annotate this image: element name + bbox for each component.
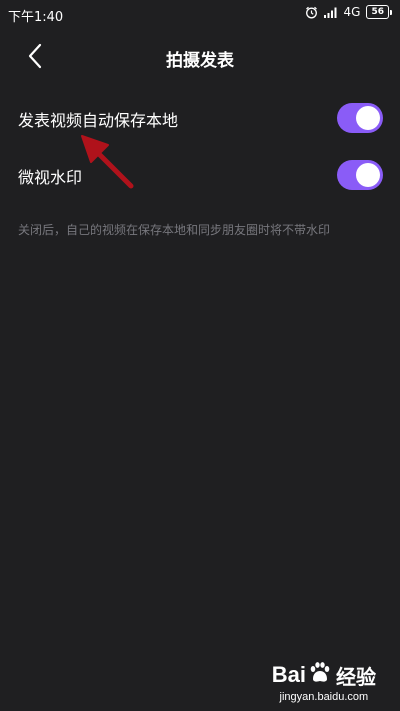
page-title: 拍摄发表 bbox=[166, 51, 234, 71]
setting-row-auto-save: 发表视频自动保存本地 bbox=[0, 93, 400, 143]
signal-icon bbox=[323, 7, 338, 18]
setting-row-watermark: 微视水印 bbox=[0, 150, 400, 200]
network-type: 4G bbox=[343, 5, 361, 19]
watermark-logo-left: Bai bbox=[271, 662, 306, 687]
status-icons: 4G 56 bbox=[305, 5, 392, 19]
watermark-logo: Bai 经验 bbox=[272, 660, 376, 690]
status-bar: 下午1:40 4G 56 bbox=[0, 0, 400, 28]
alarm-clock-icon bbox=[305, 6, 318, 19]
setting-label-auto-save: 发表视频自动保存本地 bbox=[18, 111, 179, 130]
paw-icon bbox=[307, 660, 331, 690]
status-time: 下午1:40 bbox=[8, 10, 64, 25]
watermark-logo-right: 经验 bbox=[336, 664, 376, 689]
watermark-url: jingyan.baidu.com bbox=[279, 691, 369, 703]
baidu-jingyan-watermark: Bai 经验 jingyan.baidu.com bbox=[272, 660, 376, 703]
setting-label-watermark: 微视水印 bbox=[18, 168, 83, 187]
auto-save-toggle[interactable] bbox=[337, 103, 383, 133]
battery-level: 56 bbox=[366, 5, 389, 19]
setting-description: 关闭后，自己的视频在保存本地和同步朋友圈时将不带水印 bbox=[18, 223, 331, 237]
battery-icon: 56 bbox=[366, 5, 392, 19]
toggle-knob bbox=[356, 106, 380, 130]
watermark-toggle[interactable] bbox=[337, 160, 383, 190]
toggle-knob bbox=[356, 163, 380, 187]
header: 拍摄发表 bbox=[0, 28, 400, 88]
